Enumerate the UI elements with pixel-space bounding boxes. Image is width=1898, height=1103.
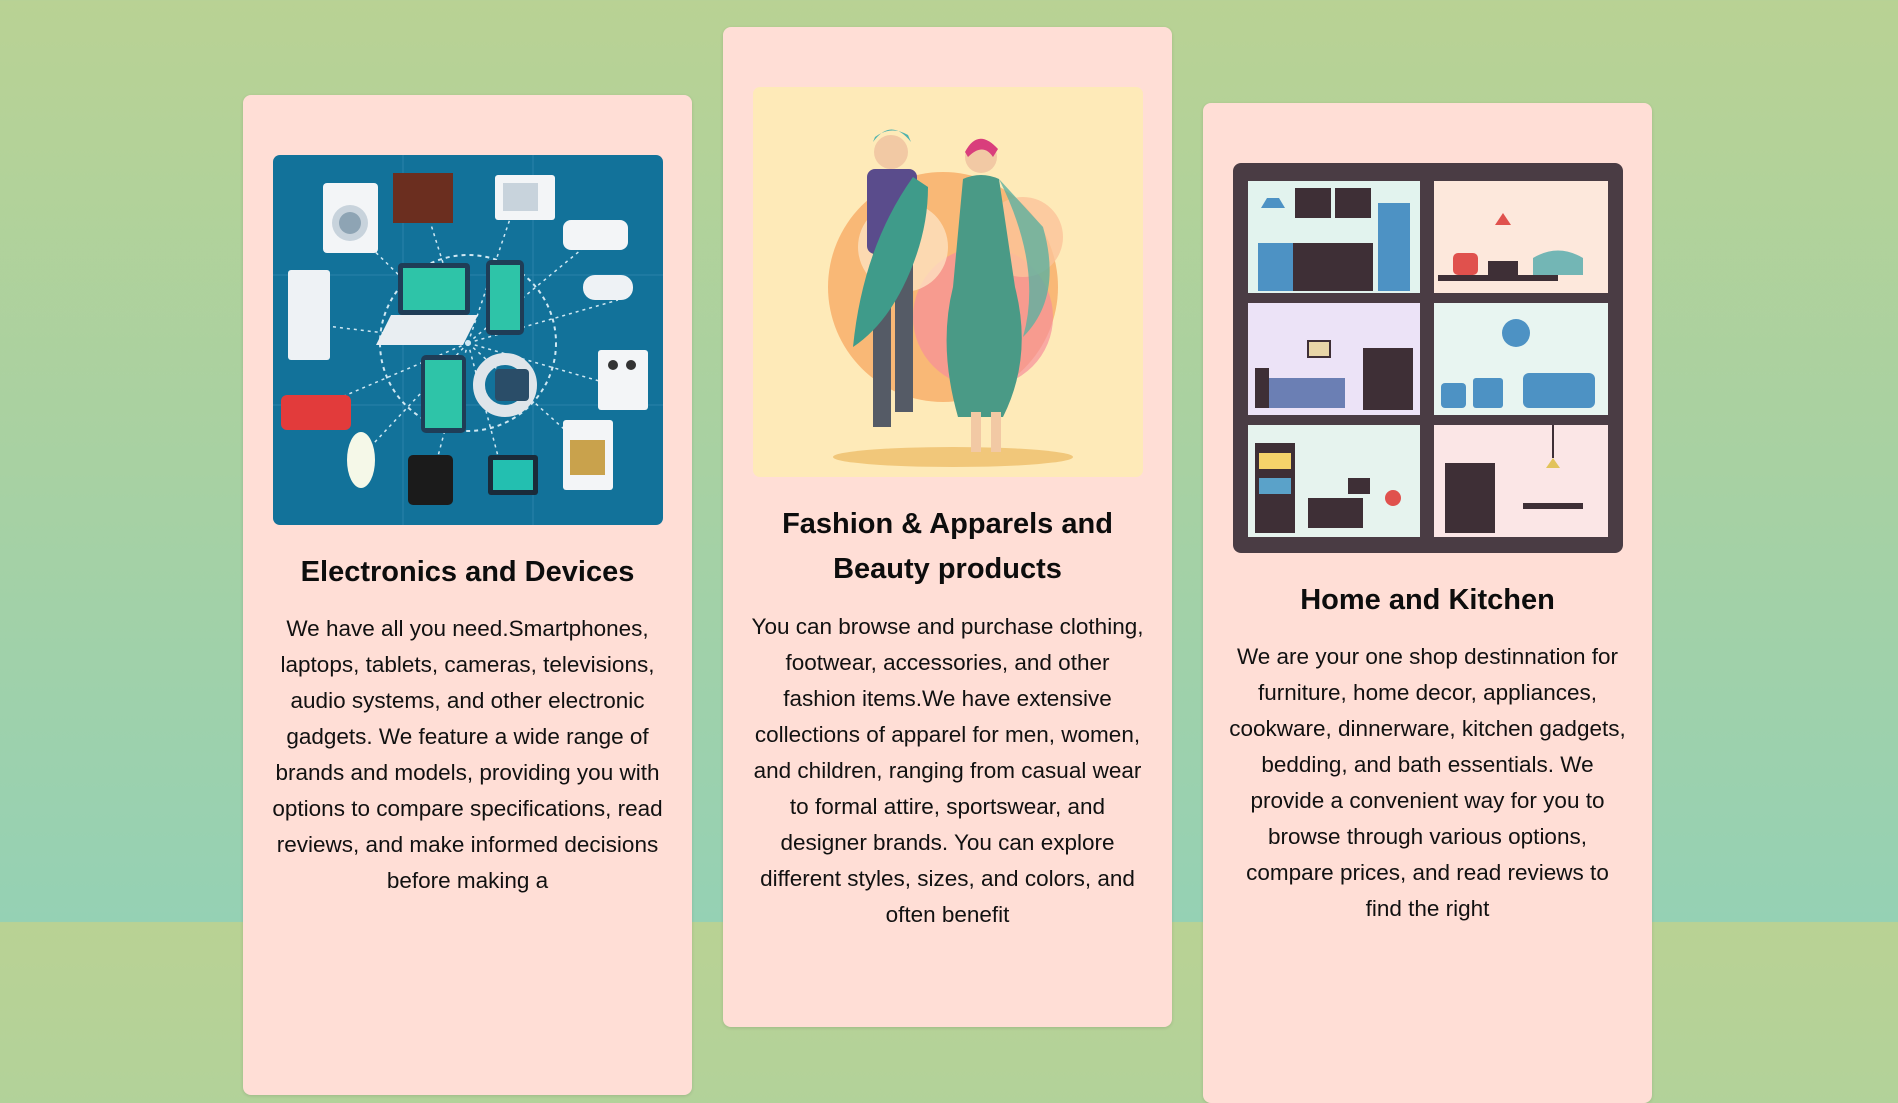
card-description: You can browse and purchase clothing, fo… — [751, 614, 1144, 927]
card-title: Home and Kitchen — [1300, 584, 1555, 616]
card-title: Electronics and Devices — [300, 556, 635, 588]
home-kitchen-image[interactable] — [1233, 163, 1623, 553]
category-card-home-kitchen[interactable]: Home and Kitchen We are your one shop de… — [1203, 103, 1652, 1103]
card-description: We have all you need.Smartphones, laptop… — [272, 616, 663, 893]
card-description: We are your one shop destinnation for fu… — [1229, 644, 1626, 921]
category-card-electronics[interactable]: Electronics and Devices We have all you … — [243, 95, 692, 1095]
electronics-image[interactable] — [273, 155, 663, 525]
card-title: Fashion & Apparels and Beauty products — [782, 508, 1113, 585]
fashion-image[interactable] — [753, 87, 1143, 477]
category-card-fashion[interactable]: Fashion & Apparels and Beauty products Y… — [723, 27, 1172, 1027]
